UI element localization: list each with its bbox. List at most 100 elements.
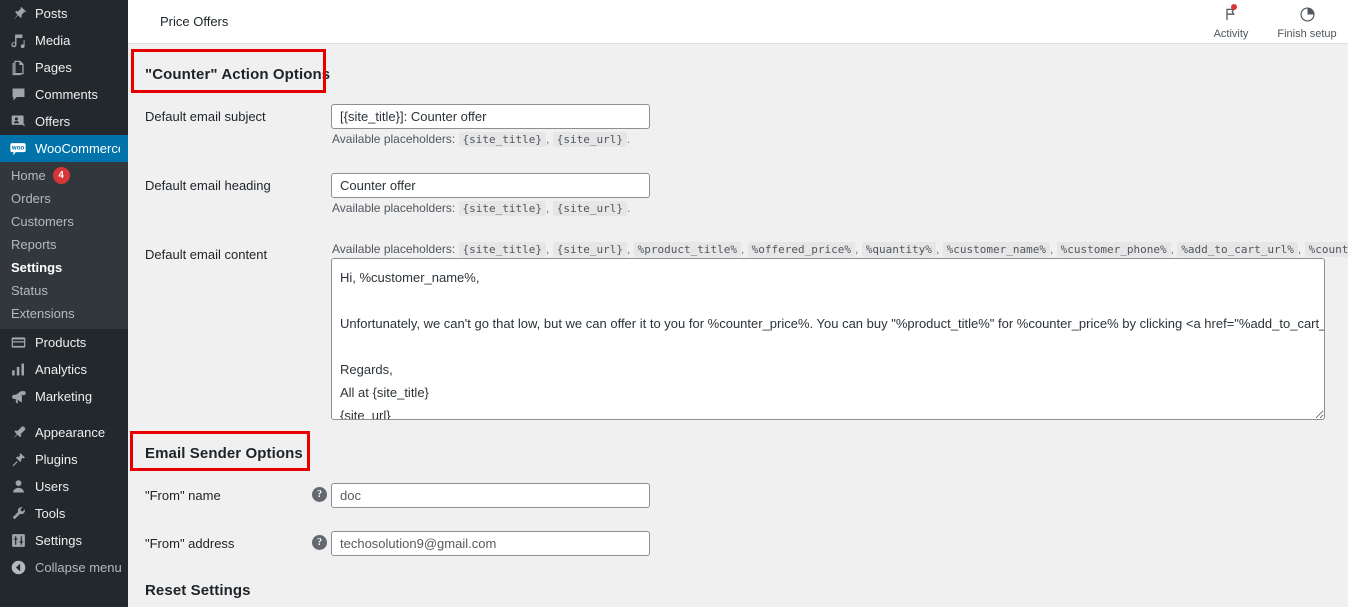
submenu-item-home[interactable]: Home 4 — [0, 164, 128, 187]
collapse-icon — [8, 558, 28, 578]
plugins-icon — [8, 450, 28, 470]
comments-icon — [8, 85, 28, 105]
pages-icon — [8, 58, 28, 78]
sidebar-item-label: Products — [35, 335, 87, 350]
sidebar-item-analytics[interactable]: Analytics — [0, 356, 128, 383]
sidebar-item-label: Analytics — [35, 362, 88, 377]
marketing-icon — [8, 387, 28, 407]
submenu-item-label: Settings — [11, 260, 63, 275]
sidebar-item-label: WooCommerce — [35, 141, 126, 156]
sidebar-item-plugins[interactable]: Plugins — [0, 446, 128, 473]
default-email-content-label: Default email content — [145, 247, 268, 262]
analytics-icon — [8, 360, 28, 380]
submenu-item-label: Status — [11, 283, 48, 298]
from-name-input[interactable] — [331, 483, 650, 508]
sidebar-item-settings[interactable]: Settings — [0, 527, 128, 554]
default-email-heading-placeholders: Available placeholders: {site_title}, {s… — [332, 201, 631, 216]
pin-icon — [8, 4, 28, 24]
sidebar-item-label: Offers — [35, 114, 71, 129]
sidebar-item-comments[interactable]: Comments — [0, 81, 128, 108]
offers-icon — [8, 112, 28, 132]
sidebar-item-label: Posts — [35, 6, 68, 21]
submenu-item-reports[interactable]: Reports — [0, 233, 128, 256]
default-email-content-placeholders: Available placeholders: {site_title}, {s… — [332, 242, 1348, 257]
admin-sidebar: Posts Media Pages Comments Offers WOO Wo… — [0, 0, 128, 607]
finish-setup-button[interactable]: Finish setup — [1276, 5, 1338, 40]
sidebar-item-tools[interactable]: Tools — [0, 500, 128, 527]
sidebar-item-users[interactable]: Users — [0, 473, 128, 500]
sidebar-item-label: Marketing — [35, 389, 93, 404]
collapse-menu-button[interactable]: Collapse menu — [0, 554, 128, 581]
sidebar-item-posts[interactable]: Posts — [0, 0, 128, 27]
sidebar-item-media[interactable]: Media — [0, 27, 128, 54]
page-header: Price Offers Activity Finish setup — [128, 0, 1348, 44]
placeholder-token: {site_url} — [552, 242, 627, 257]
placeholder-token: %add_to_cart_url% — [1177, 242, 1298, 257]
reset-settings-heading: Reset Settings — [145, 582, 251, 599]
sidebar-item-appearance[interactable]: Appearance — [0, 419, 128, 446]
placeholder-token: {site_url} — [552, 132, 627, 147]
sidebar-item-products[interactable]: Products — [0, 329, 128, 356]
from-address-input[interactable] — [331, 531, 650, 556]
submenu-item-settings[interactable]: Settings — [0, 256, 128, 279]
placeholder-token: %offered_price% — [747, 242, 856, 257]
from-address-help-icon[interactable]: ? — [312, 535, 327, 550]
default-email-subject-placeholders: Available placeholders: {site_title}, {s… — [332, 132, 631, 147]
finish-setup-label: Finish setup — [1277, 27, 1337, 40]
placeholder-token: {site_title} — [458, 132, 547, 147]
users-icon — [8, 477, 28, 497]
flag-icon — [1223, 3, 1239, 25]
woocommerce-icon: WOO — [8, 139, 28, 159]
sidebar-item-marketing[interactable]: Marketing — [0, 383, 128, 410]
counter-action-options-heading: "Counter" Action Options — [145, 66, 331, 83]
placeholder-token: %customer_phone% — [1056, 242, 1171, 257]
placeholder-token: %quantity% — [861, 242, 936, 257]
from-name-label: "From" name — [145, 488, 221, 503]
placeholder-token: {site_title} — [458, 201, 547, 216]
sidebar-item-label: Plugins — [35, 452, 78, 467]
placeholder-token: {site_title} — [458, 242, 547, 257]
submenu-item-label: Home — [11, 168, 46, 183]
sidebar-item-woocommerce[interactable]: WOO WooCommerce — [0, 135, 128, 162]
sidebar-item-label: Media — [35, 33, 71, 48]
products-icon — [8, 333, 28, 353]
default-email-heading-input[interactable] — [331, 173, 650, 198]
from-name-help-icon[interactable]: ? — [312, 487, 327, 502]
submenu-item-label: Orders — [11, 191, 51, 206]
placeholder-token: %product_title% — [633, 242, 741, 257]
placeholder-token: {site_url} — [552, 201, 627, 216]
default-email-subject-label: Default email subject — [145, 109, 266, 124]
sidebar-item-label: Comments — [35, 87, 98, 102]
svg-text:WOO: WOO — [12, 145, 25, 151]
default-email-content-textarea[interactable]: Hi, %customer_name%, Unfortunately, we c… — [331, 258, 1325, 420]
submenu-item-orders[interactable]: Orders — [0, 187, 128, 210]
activity-label: Activity — [1213, 27, 1249, 40]
placeholder-token: %counter_price% — [1304, 242, 1348, 257]
header-actions: Activity Finish setup — [1200, 0, 1338, 44]
submenu-item-label: Customers — [11, 214, 74, 229]
sidebar-item-offers[interactable]: Offers — [0, 108, 128, 135]
tools-icon — [8, 504, 28, 524]
sidebar-item-label: Appearance — [35, 425, 106, 440]
submenu-item-customers[interactable]: Customers — [0, 210, 128, 233]
settings-content: "Counter" Action Options Default email s… — [128, 45, 1348, 607]
sidebar-item-pages[interactable]: Pages — [0, 54, 128, 81]
default-email-subject-input[interactable] — [331, 104, 650, 129]
submenu-item-status[interactable]: Status — [0, 279, 128, 302]
submenu-item-extensions[interactable]: Extensions — [0, 302, 128, 325]
menu-separator — [0, 410, 128, 419]
sidebar-item-label: Settings — [35, 533, 82, 548]
sidebar-item-label: Users — [35, 479, 69, 494]
placeholders-prefix: Available placeholders: — [332, 201, 456, 215]
submenu-item-label: Reports — [11, 237, 57, 252]
activity-notification-dot — [1231, 3, 1237, 10]
activity-button[interactable]: Activity — [1200, 3, 1262, 40]
placeholder-token: %customer_name% — [942, 242, 1050, 257]
settings-icon — [8, 531, 28, 551]
collapse-menu-label: Collapse menu — [35, 560, 122, 575]
default-email-heading-label: Default email heading — [145, 178, 271, 193]
placeholders-prefix: Available placeholders: — [332, 242, 456, 256]
wp-admin-screen: Posts Media Pages Comments Offers WOO Wo… — [0, 0, 1348, 607]
sidebar-item-label: Tools — [35, 506, 66, 521]
progress-circle-icon — [1299, 5, 1316, 25]
